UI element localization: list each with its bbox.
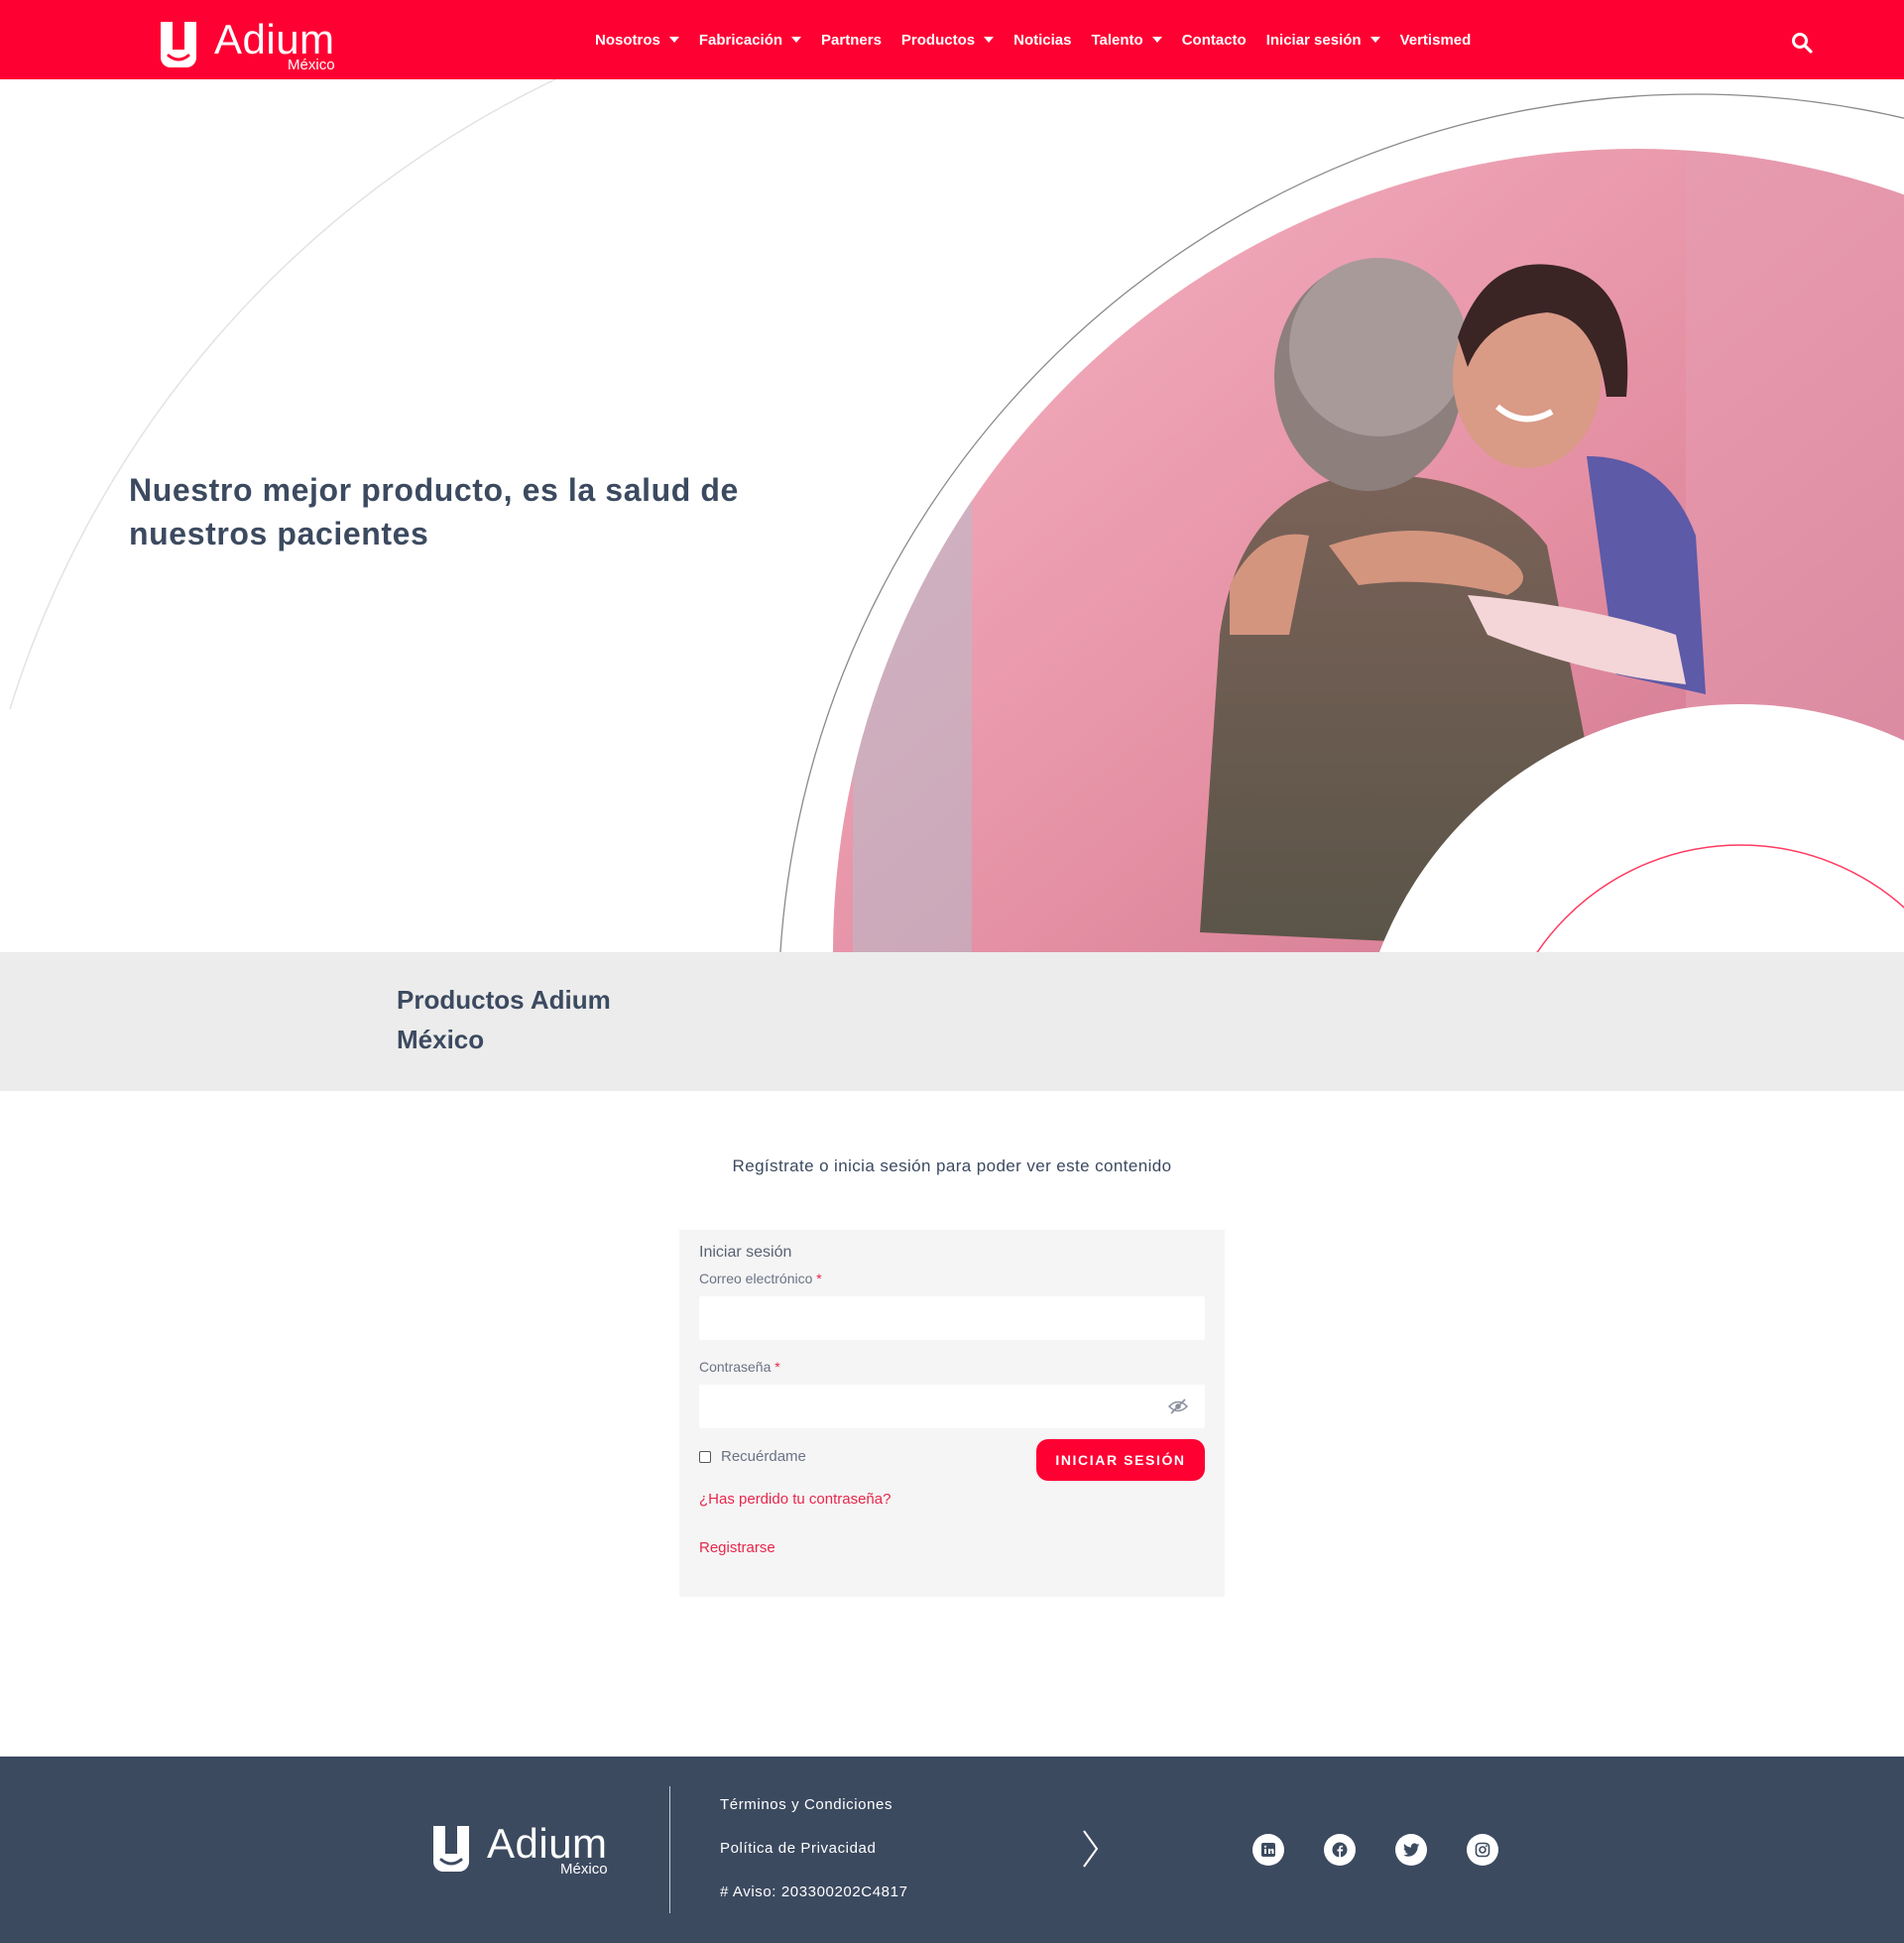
caret-down-icon <box>1369 37 1380 43</box>
nav-item-vertismed[interactable]: Vertismed <box>1400 32 1472 49</box>
twitter-icon[interactable] <box>1395 1834 1427 1866</box>
nav-item-noticias[interactable]: Noticias <box>1013 32 1071 49</box>
products-title: Productos Adium México <box>397 985 611 1054</box>
facebook-icon[interactable] <box>1324 1834 1356 1866</box>
nav-label: Iniciar sesión <box>1265 31 1362 49</box>
adium-logo[interactable]: Adium México <box>157 16 335 73</box>
logo-word: Adium <box>214 16 335 62</box>
aviso-text: # Aviso: 203300202C4817 <box>720 1883 908 1900</box>
login-heading: Iniciar sesión <box>699 1244 792 1261</box>
remember-checkbox[interactable] <box>699 1450 711 1463</box>
password-label: Contraseña * <box>699 1359 780 1375</box>
site-footer: Adium México Términos y Condiciones Polí… <box>0 1757 1904 1943</box>
nav-item-fabricacion[interactable]: Fabricación <box>698 31 802 49</box>
caret-down-icon <box>1151 37 1162 43</box>
login-form: Iniciar sesión Correo electrónico * Cont… <box>679 1230 1225 1597</box>
caret-down-icon <box>791 37 802 43</box>
hero-title: Nuestro mejor producto, es la salud de n… <box>129 472 739 551</box>
search-icon[interactable] <box>1791 32 1813 54</box>
nav-label: Nosotros <box>595 31 660 49</box>
nav-label: Vertismed <box>1399 31 1472 49</box>
remember-label: Recuérdame <box>721 1448 806 1465</box>
caret-down-icon <box>668 37 679 43</box>
required-mark: * <box>816 1271 822 1286</box>
caret-down-icon <box>984 37 995 43</box>
logo-subtitle: México <box>560 1861 608 1878</box>
top-navigation-bar: Adium México Nosotros Fabricación Partne… <box>0 0 1904 79</box>
logo-text: Adium México <box>214 16 335 73</box>
logo-text: Adium México <box>487 1820 608 1878</box>
password-field[interactable] <box>699 1385 1205 1428</box>
email-label: Correo electrónico * <box>699 1271 822 1286</box>
logo-subtitle: México <box>288 57 335 73</box>
adium-logo-mark-icon <box>161 22 196 67</box>
products-banner: Productos Adium México <box>0 952 1904 1091</box>
main-nav: Nosotros Fabricación Partners Productos … <box>595 0 1490 79</box>
terms-link[interactable]: Términos y Condiciones <box>720 1796 892 1813</box>
email-field[interactable] <box>699 1296 1205 1340</box>
logo-word: Adium <box>487 1820 608 1867</box>
nav-item-contacto[interactable]: Contacto <box>1182 32 1247 49</box>
nav-item-partners[interactable]: Partners <box>821 32 882 49</box>
nav-item-iniciar-sesion[interactable]: Iniciar sesión <box>1266 32 1380 49</box>
hero-section: Nuestro mejor producto, es la salud de n… <box>0 79 1904 952</box>
nav-label: Talento <box>1091 31 1143 49</box>
nav-label: Contacto <box>1181 31 1247 49</box>
remember-me[interactable]: Recuérdame <box>699 1448 806 1465</box>
nav-label: Productos <box>900 31 976 49</box>
adium-logo-mark-icon <box>433 1826 469 1872</box>
eye-slash-icon[interactable] <box>1168 1398 1188 1414</box>
privacy-link[interactable]: Política de Privacidad <box>720 1840 876 1857</box>
footer-adium-logo[interactable]: Adium México <box>429 1820 608 1878</box>
password-label-text: Contraseña <box>699 1359 772 1375</box>
lost-password-link[interactable]: ¿Has perdido tu contraseña? <box>699 1491 891 1508</box>
nav-label: Partners <box>821 31 882 49</box>
chevron-right-icon[interactable] <box>1081 1829 1101 1869</box>
required-mark: * <box>774 1359 780 1375</box>
nav-item-productos[interactable]: Productos <box>900 31 995 49</box>
instagram-icon[interactable] <box>1467 1834 1498 1866</box>
linkedin-icon[interactable] <box>1252 1834 1284 1866</box>
login-notice: Regístrate o inicia sesión para poder ve… <box>732 1156 1172 1175</box>
register-link[interactable]: Registrarse <box>699 1539 775 1556</box>
login-submit-button[interactable]: INICIAR SESIÓN <box>1036 1439 1205 1481</box>
nav-label: Fabricación <box>698 31 783 49</box>
footer-divider <box>669 1786 670 1913</box>
nav-item-talento[interactable]: Talento <box>1091 31 1162 49</box>
email-label-text: Correo electrónico <box>699 1271 813 1286</box>
nav-item-nosotros[interactable]: Nosotros <box>595 32 679 49</box>
nav-label: Noticias <box>1013 31 1072 49</box>
